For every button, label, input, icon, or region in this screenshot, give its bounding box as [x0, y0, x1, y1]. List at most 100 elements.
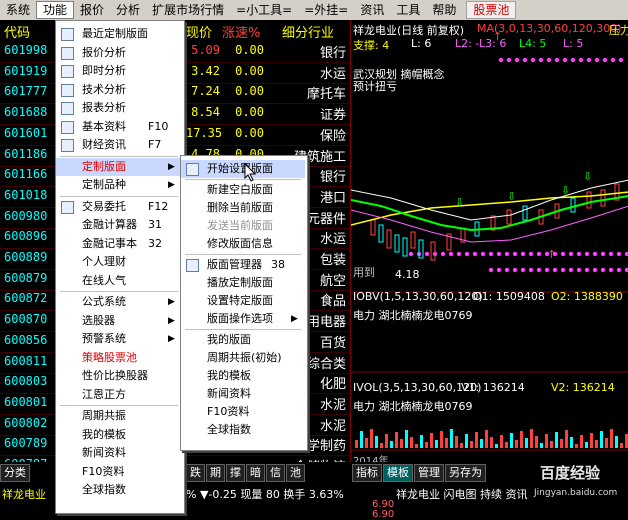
menu-item[interactable]: 财经资讯 F7: [56, 136, 182, 155]
menu-item[interactable]: 性价比换股器: [56, 367, 182, 386]
menu-item[interactable]: 策略股票池: [56, 349, 182, 368]
menu-item[interactable]: 报价分析: [56, 44, 182, 63]
candle: [370, 219, 376, 236]
volume-bar: [565, 430, 568, 448]
menu-item[interactable]: 设置特定版面: [181, 292, 305, 310]
menu-item-label: 新建空白版面: [207, 183, 273, 196]
vol-v2: V2: 136214: [551, 381, 615, 394]
menu-item[interactable]: 公式系统 ▶: [56, 293, 182, 312]
menu-1[interactable]: 功能: [36, 1, 75, 19]
chart-tab[interactable]: 另存为: [445, 464, 486, 482]
menu-7[interactable]: 资讯: [354, 1, 390, 19]
support-dot: [520, 267, 526, 273]
header-industry[interactable]: 细分行业: [282, 22, 334, 41]
menu-8[interactable]: 工具: [390, 1, 426, 19]
support-dot: [568, 267, 574, 273]
category-tab[interactable]: 期: [206, 464, 225, 482]
row-industry: 水运: [319, 66, 346, 82]
f10-icon: [61, 120, 74, 134]
menu-6[interactable]: =外挂=: [298, 1, 354, 19]
menu-item[interactable]: 金融计算器 31: [56, 216, 182, 235]
category-tab[interactable]: 信: [266, 464, 285, 482]
menu-item[interactable]: 报表分析: [56, 99, 182, 118]
menu-item[interactable]: 预警系统 ▶: [56, 330, 182, 349]
menu-item[interactable]: 修改版面信息: [181, 235, 305, 253]
menu-item-label: 新闻资料: [207, 387, 251, 400]
menu-item[interactable]: 交易委托 F12: [56, 198, 182, 217]
menu-9[interactable]: 帮助: [426, 1, 462, 19]
support-dot: [488, 267, 494, 273]
menu-item[interactable]: 开始设置版面: [181, 160, 305, 178]
menu-item[interactable]: 我的模板: [181, 367, 305, 385]
menu-4[interactable]: 扩展市场行情: [146, 1, 230, 19]
menu-item[interactable]: 江恩正方: [56, 386, 182, 405]
resistance-dot: [498, 57, 504, 63]
menu-item[interactable]: 定制版面 ▶: [56, 157, 182, 176]
menu-item[interactable]: 播放定制版面: [181, 274, 305, 292]
menu-2[interactable]: 报价: [74, 1, 110, 19]
menu-item[interactable]: 基本资料 F10: [56, 118, 182, 137]
volume-bar: [355, 440, 358, 448]
row-code: 600879: [4, 270, 48, 285]
menu-item[interactable]: 全球指数: [181, 421, 305, 439]
menu-item[interactable]: 版面管理器 38: [181, 256, 305, 274]
header-price[interactable]: 现价: [186, 22, 212, 41]
menu-item[interactable]: 全球指数: [56, 481, 182, 500]
row-code: 600856: [4, 332, 48, 347]
category-tab[interactable]: 暗: [246, 464, 265, 482]
category-tab[interactable]: 撑: [226, 464, 245, 482]
menu-item[interactable]: 发送当前版面: [181, 217, 305, 235]
menu-item[interactable]: 新闻资料: [56, 444, 182, 463]
resistance-dot: [570, 57, 576, 63]
menu-separator: [60, 405, 178, 406]
menu-item[interactable]: 定制品种 ▶: [56, 176, 182, 195]
menu-item[interactable]: 删除当前版面: [181, 199, 305, 217]
menu-3[interactable]: 分析: [110, 1, 146, 19]
obv-elec: 电力 湖北楠楠龙电0769: [353, 309, 473, 322]
menu-item-shortcut: F7: [148, 138, 162, 151]
menu-item[interactable]: 金融记事本 32: [56, 235, 182, 254]
menu-item-label: 我的模板: [82, 427, 126, 441]
menu-item[interactable]: 我的模板: [56, 426, 182, 445]
row-industry: 元器件: [306, 211, 346, 227]
menu-item[interactable]: 周期共振: [56, 407, 182, 426]
menu-5[interactable]: =小工具=: [230, 1, 298, 19]
menu-0[interactable]: 系统: [0, 1, 36, 19]
bottom-quote: % ▼-0.25 现量 80 换手 3.63%: [186, 488, 344, 501]
category-tab[interactable]: 跌: [186, 464, 205, 482]
menu-item[interactable]: 在线人气: [56, 272, 182, 291]
category-tab[interactable]: 分类: [0, 464, 30, 482]
menu-item[interactable]: F10资料: [56, 463, 182, 482]
chart-tab[interactable]: 指标: [352, 464, 382, 482]
menu-item[interactable]: 个人理财: [56, 253, 182, 272]
menu-item[interactable]: 周期共振(初始): [181, 349, 305, 367]
menu-item[interactable]: 技术分析: [56, 81, 182, 100]
menu-10[interactable]: 股票池: [466, 1, 517, 19]
menu-item-label: 交易委托: [82, 199, 126, 213]
menu-item[interactable]: 新闻资料: [181, 385, 305, 403]
menu-item-label: 设置特定版面: [207, 294, 273, 307]
header-code[interactable]: 代码: [4, 22, 30, 41]
menu-item-label: 基本资料: [82, 119, 126, 133]
chart-tab[interactable]: 模板: [383, 464, 413, 482]
category-tab[interactable]: 池: [286, 464, 305, 482]
support-dot: [528, 251, 534, 257]
menu-item[interactable]: 选股器 ▶: [56, 312, 182, 331]
candle: [378, 224, 384, 243]
menu-item[interactable]: F10资料: [181, 403, 305, 421]
menu-item[interactable]: 新建空白版面: [181, 181, 305, 199]
volume-bar: [395, 432, 398, 448]
menu-item-label: 即时分析: [82, 64, 126, 77]
submenu-arrow-icon: ▶: [168, 161, 175, 172]
volume-bar: [575, 444, 578, 448]
menu-item[interactable]: 版面操作选项 ▶: [181, 310, 305, 328]
chart-tab[interactable]: 管理: [414, 464, 444, 482]
menu-item[interactable]: 即时分析: [56, 62, 182, 81]
submenu-arrow-icon: ▶: [168, 297, 175, 307]
kline-chart[interactable]: 祥龙电业(日线 前复权) MA(3,0,13,30,60,120,300) 压力…: [350, 20, 628, 467]
resistance-dot: [554, 57, 560, 63]
menu-item[interactable]: 我的版面: [181, 331, 305, 349]
menu-separator: [60, 155, 178, 157]
header-speed[interactable]: 涨速%: [222, 22, 260, 41]
menu-item[interactable]: 最近定制版面: [56, 25, 182, 44]
